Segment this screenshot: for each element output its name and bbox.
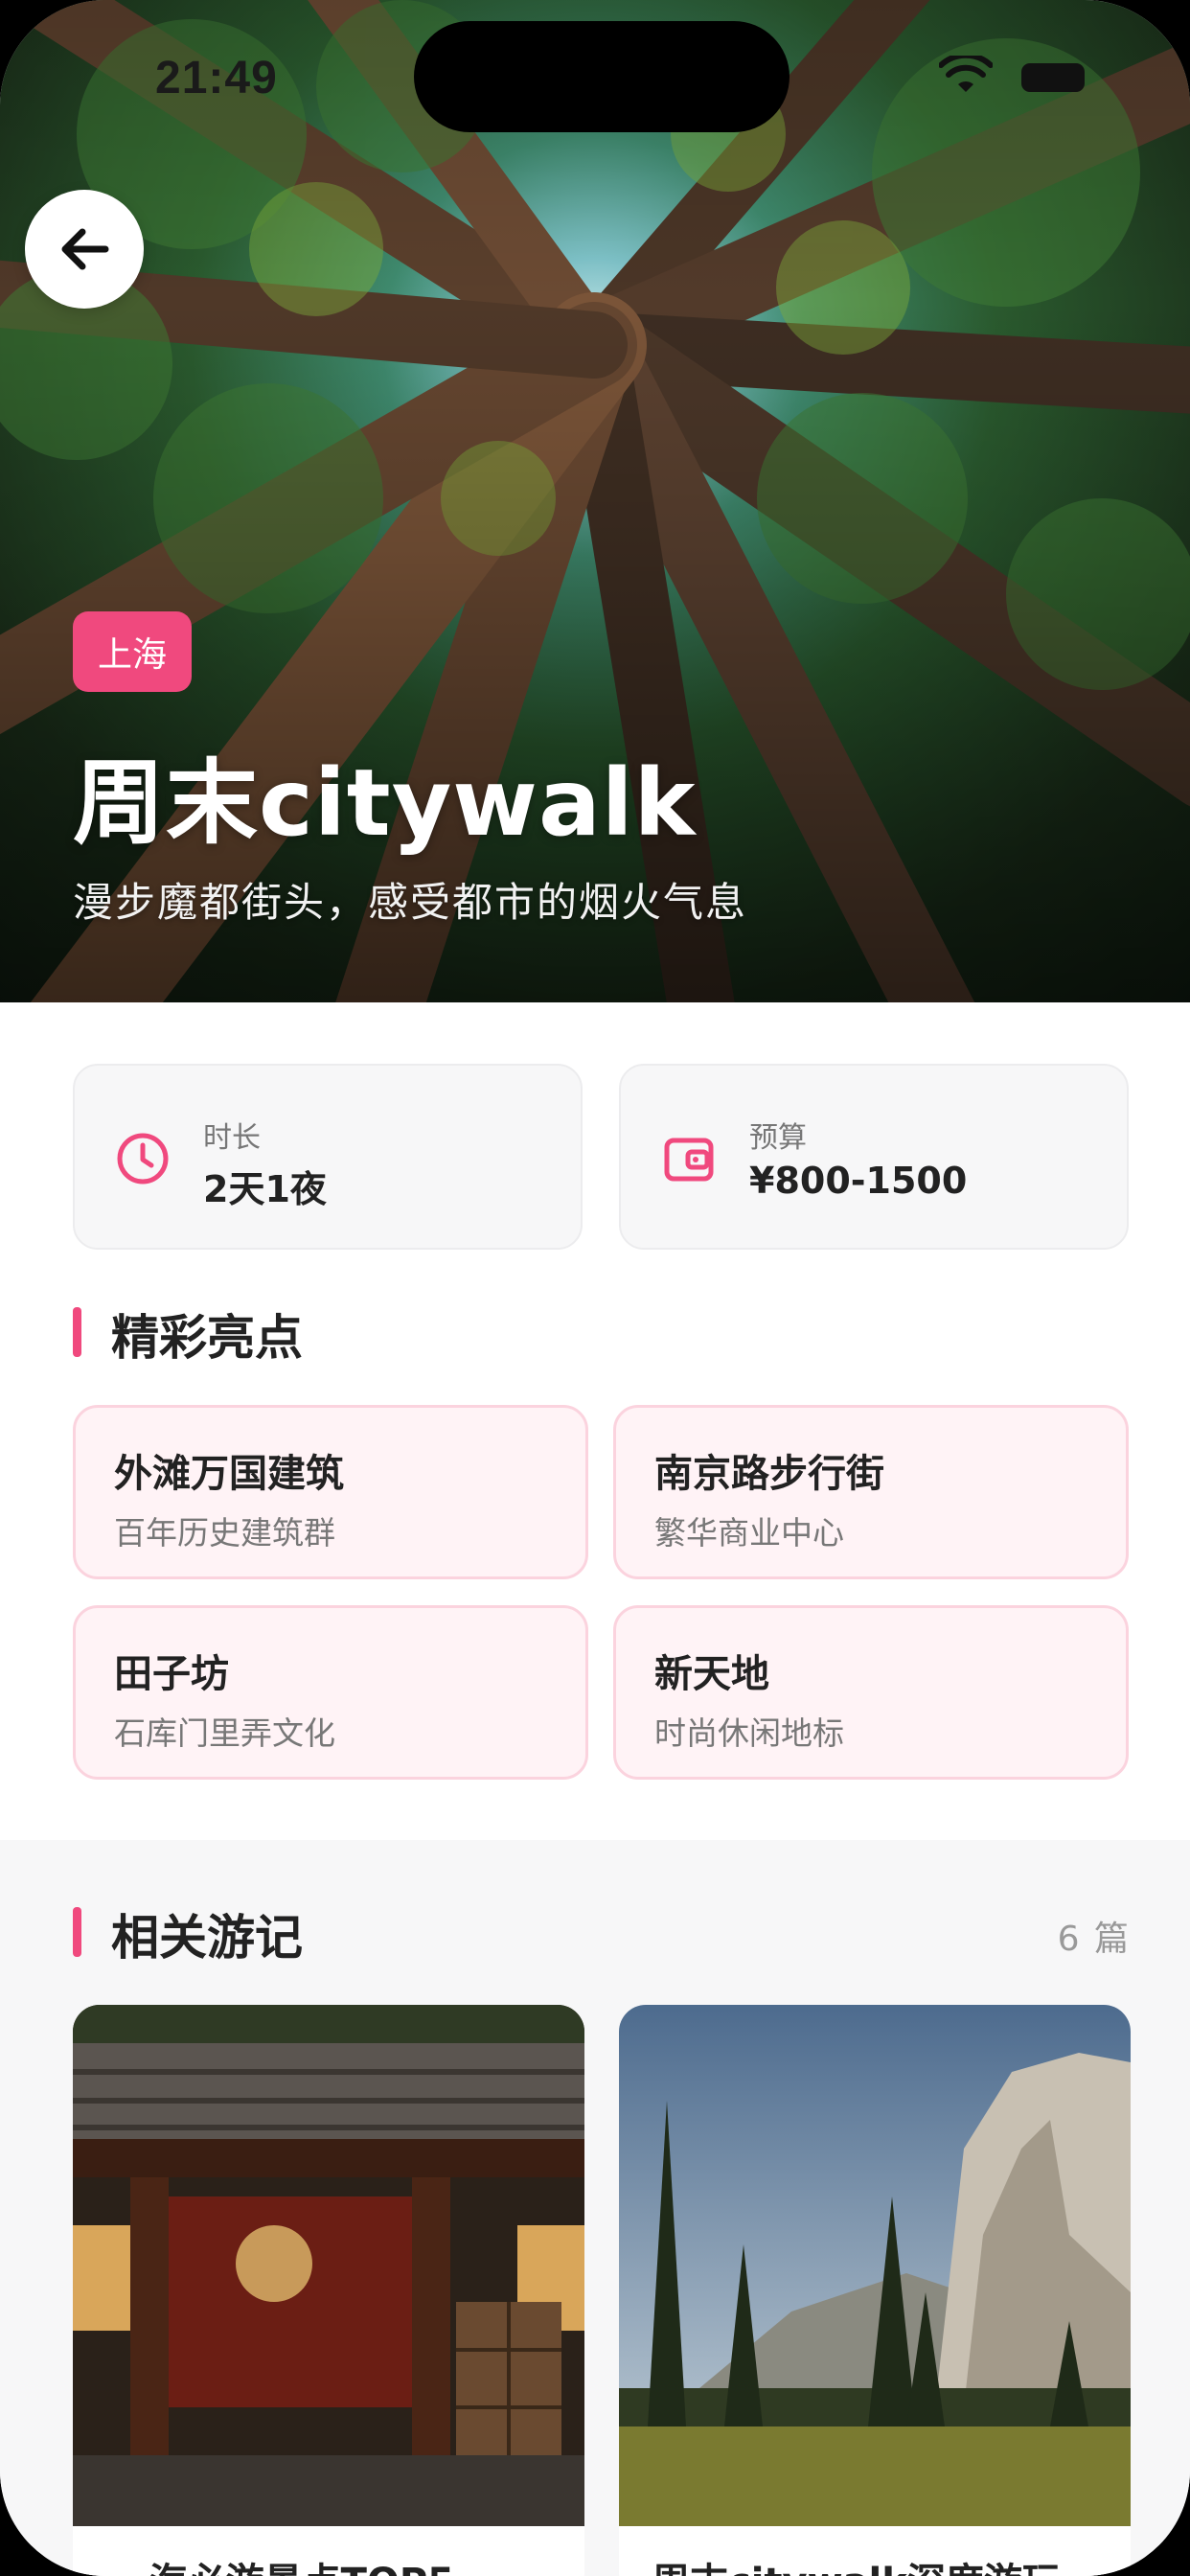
highlight-card[interactable]: 外滩万国建筑 百年历史建筑群 bbox=[73, 1405, 588, 1579]
highlight-card[interactable]: 田子坊 石库门里弄文化 bbox=[73, 1605, 588, 1780]
highlight-desc: 繁华商业中心 bbox=[654, 1514, 844, 1552]
budget-card: 预算 ¥800-1500 bbox=[619, 1064, 1129, 1250]
highlight-card[interactable]: 南京路步行街 繁华商业中心 bbox=[613, 1405, 1129, 1579]
battery-icon bbox=[1021, 63, 1085, 92]
wallet-icon bbox=[664, 1138, 714, 1182]
highlight-card[interactable]: 新天地 时尚休闲地标 bbox=[613, 1605, 1129, 1780]
duration-card: 时长 2天1夜 bbox=[73, 1064, 583, 1250]
highlight-title: 南京路步行街 bbox=[654, 1452, 884, 1496]
duration-label: 时长 bbox=[203, 1121, 261, 1155]
duration-value: 2天1夜 bbox=[203, 1168, 327, 1210]
status-time: 21:49 bbox=[155, 53, 278, 104]
temple-gate-image bbox=[73, 2005, 584, 2526]
dynamic-island bbox=[414, 21, 790, 132]
highlight-title: 田子坊 bbox=[114, 1652, 229, 1696]
screen: 21:49 上海 周末citywalk 漫步魔都街头，感受都市的烟火气息 时长 … bbox=[0, 0, 1190, 2576]
page-subtitle: 漫步魔都街头，感受都市的烟火气息 bbox=[73, 879, 748, 926]
page-title: 周末citywalk bbox=[73, 749, 697, 857]
highlight-desc: 时尚休闲地标 bbox=[654, 1714, 844, 1752]
highlight-desc: 百年历史建筑群 bbox=[114, 1514, 335, 1552]
travel-note-card[interactable]: ...海必游景点TOP5 bbox=[73, 2005, 584, 2576]
travel-note-card[interactable]: 周末citywalk深度游玩 bbox=[619, 2005, 1131, 2576]
note-title: 周末citywalk深度游玩 bbox=[652, 2551, 1061, 2576]
note-title: ...海必游景点TOP5 bbox=[105, 2551, 454, 2576]
arrow-left-icon bbox=[61, 228, 109, 270]
highlight-title: 新天地 bbox=[654, 1652, 769, 1696]
city-tag[interactable]: 上海 bbox=[73, 611, 193, 692]
hero-banner: 21:49 上海 周末citywalk 漫步魔都街头，感受都市的烟火气息 bbox=[0, 0, 1190, 1002]
highlights-title: 精彩亮点 bbox=[111, 1310, 303, 1366]
budget-label: 预算 bbox=[749, 1121, 807, 1155]
related-title: 相关游记 bbox=[111, 1910, 303, 1966]
section-accent-bar bbox=[73, 1307, 81, 1357]
section-accent-bar bbox=[73, 1907, 81, 1957]
back-button[interactable] bbox=[25, 190, 144, 309]
clock-icon bbox=[117, 1133, 169, 1184]
related-count: 6 篇 bbox=[1057, 1920, 1131, 1959]
mountain-valley-image bbox=[619, 2005, 1131, 2526]
highlight-title: 外滩万国建筑 bbox=[114, 1452, 344, 1496]
wifi-icon bbox=[939, 56, 993, 92]
highlight-desc: 石库门里弄文化 bbox=[114, 1714, 335, 1752]
budget-value: ¥800-1500 bbox=[749, 1160, 968, 1202]
